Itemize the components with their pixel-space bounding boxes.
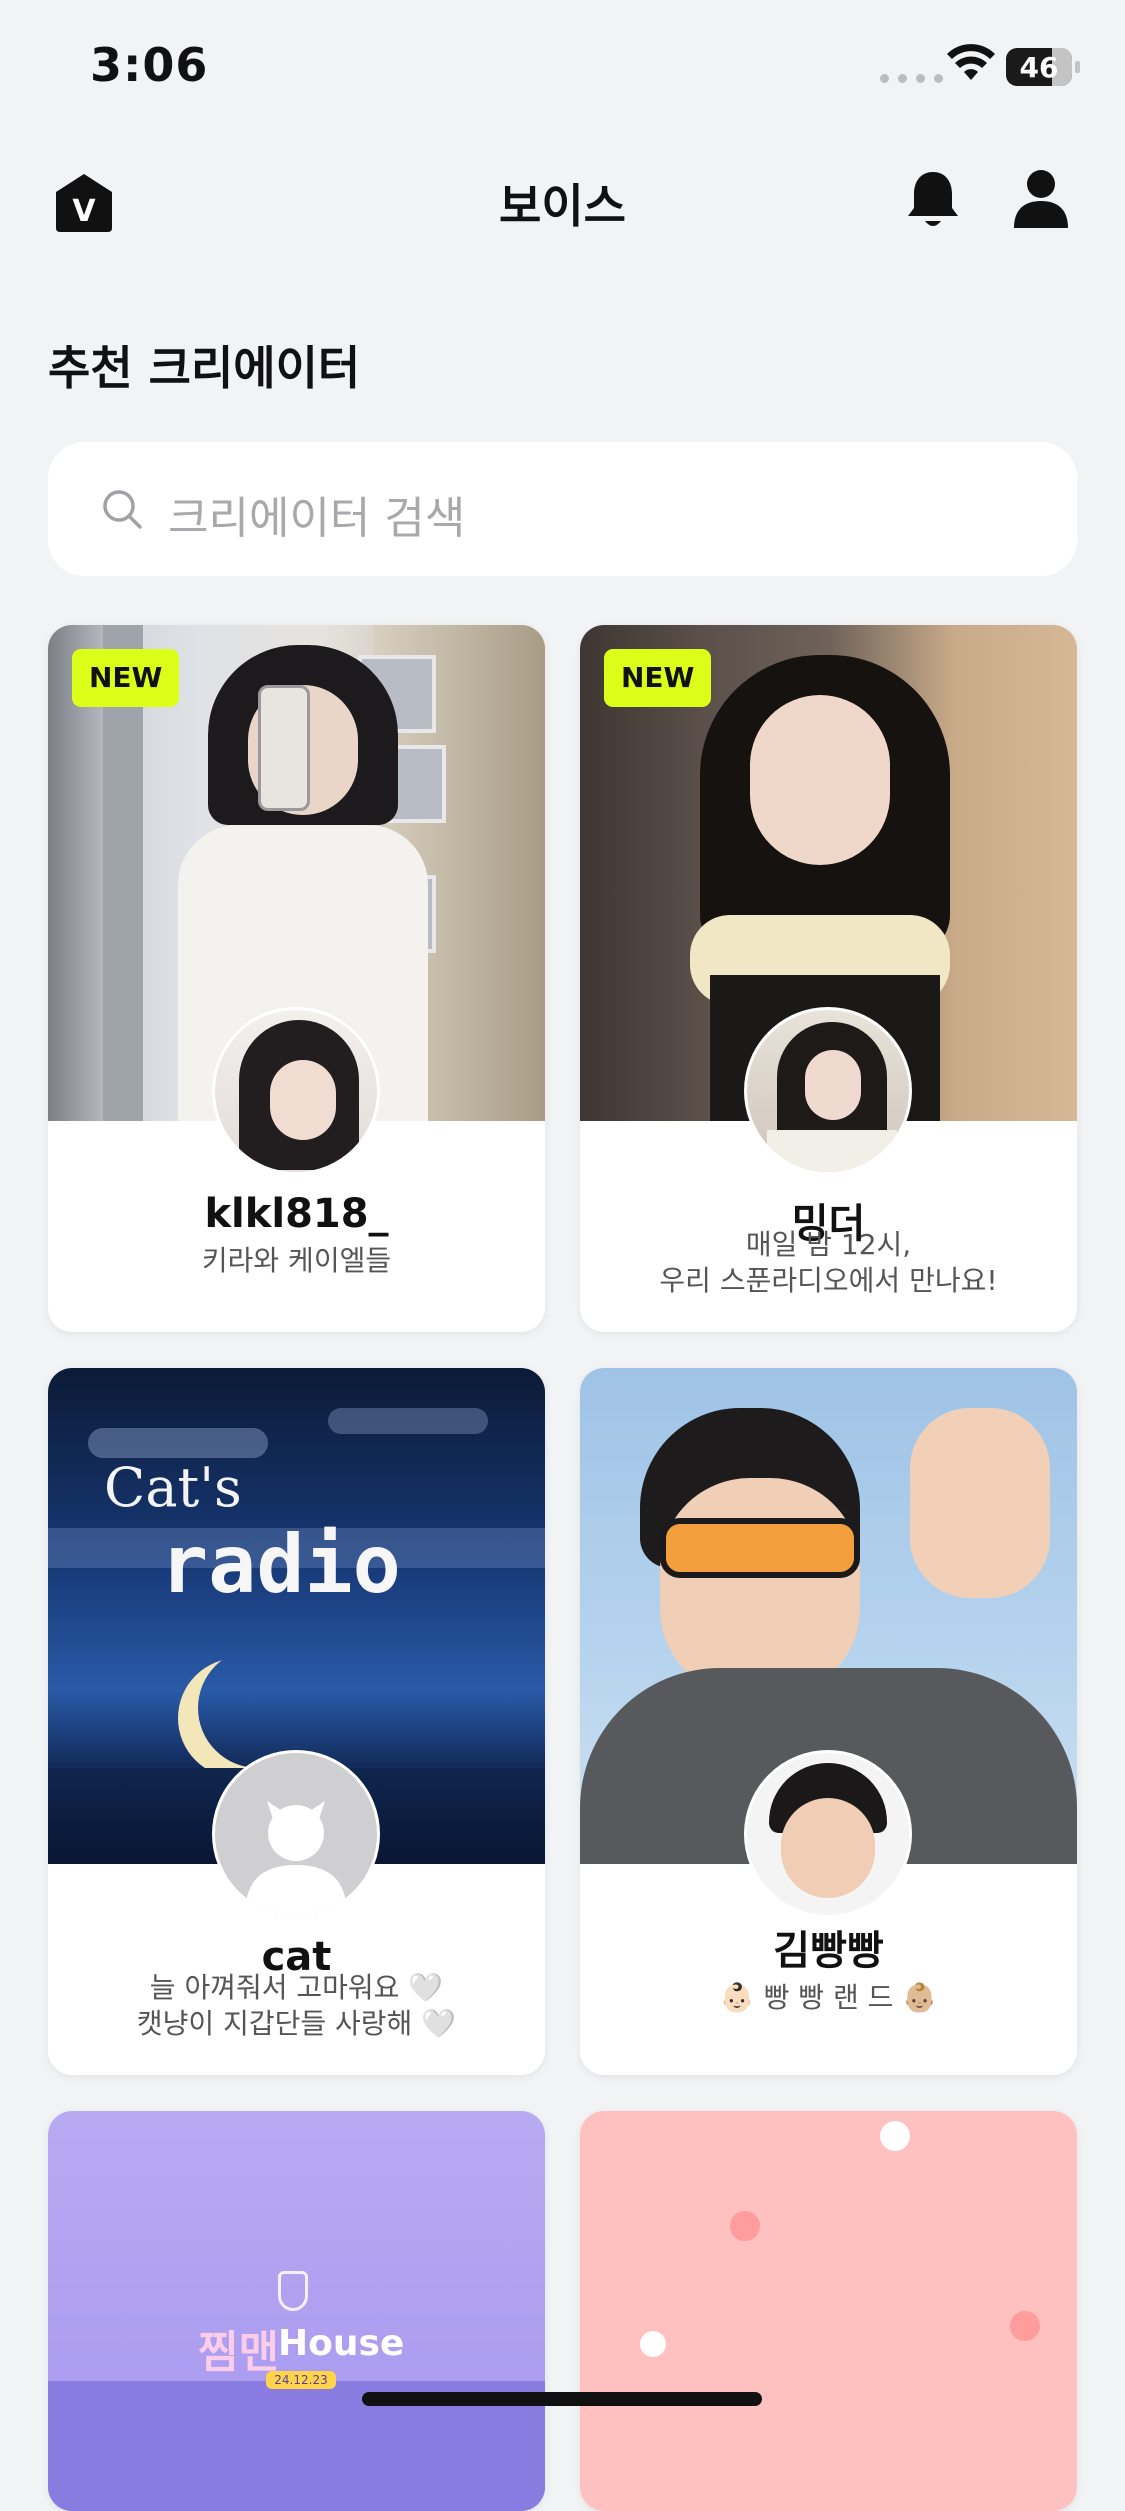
- cover-text: 찜맨: [198, 2327, 279, 2378]
- status-bar: 3:06 46: [0, 0, 1125, 130]
- creator-desc-line2: 우리 스푼라디오에서 만나요!: [659, 1264, 998, 1297]
- creator-card[interactable]: Cat's radio cat 늘 아껴줘서 고마워요 🤍 캣냥이 지갑단들 사…: [48, 1368, 545, 2075]
- new-badge: NEW: [604, 649, 712, 707]
- creator-desc-line1: 늘 아껴줘서 고마워요 🤍: [149, 1971, 444, 2004]
- new-badge: NEW: [72, 649, 180, 707]
- battery-tip: [1075, 61, 1080, 73]
- creator-card[interactable]: 찜맨 House 24.12.23: [48, 2111, 545, 2511]
- avatar: [212, 1750, 380, 1918]
- creator-name: klkl818_: [204, 1191, 389, 1237]
- status-time: 3:06: [90, 38, 209, 92]
- creator-desc-line1: 매일 밤 12시,: [745, 1228, 912, 1261]
- cover-text: Cat's: [104, 1456, 242, 1519]
- avatar: [212, 1007, 380, 1175]
- profile-icon[interactable]: [1012, 168, 1070, 230]
- creator-desc-line1: 키라와 케이엘들: [201, 1244, 392, 1277]
- default-avatar-cat-icon: [245, 1801, 347, 1915]
- section-title: 추천 크리에이터: [48, 341, 361, 395]
- battery-level: 46: [1019, 51, 1059, 84]
- search-placeholder: 크리에이터 검색: [168, 493, 466, 544]
- signal-icon: [880, 74, 943, 83]
- creator-cover-image: [580, 2111, 1077, 2511]
- creator-card[interactable]: NEW 밍더 매일 밤 12시, 우리 스푼라디오에서 만나요!: [580, 625, 1077, 1332]
- creator-card[interactable]: NEW klkl818_ 키라와 케이엘들: [48, 625, 545, 1332]
- creator-desc-line2: 캣냥이 지갑단들 사랑해 🤍: [136, 2007, 457, 2040]
- home-indicator[interactable]: [362, 2392, 762, 2406]
- top-nav: V 보이스: [0, 150, 1125, 250]
- search-input[interactable]: 크리에이터 검색: [48, 442, 1077, 576]
- creator-card[interactable]: [580, 2111, 1077, 2511]
- creator-name: 김빵빵: [773, 1928, 884, 1974]
- creator-cover-image: 찜맨 House 24.12.23: [48, 2111, 545, 2511]
- cover-text: radio: [160, 1518, 401, 1611]
- cover-text: House: [278, 2323, 405, 2364]
- bell-icon[interactable]: [905, 168, 961, 232]
- avatar: [744, 1750, 912, 1918]
- search-icon: [103, 490, 142, 529]
- battery-icon: 46: [1006, 48, 1072, 86]
- creator-desc-line1: 👶🏻 빵 빵 랜 드 👶🏼: [719, 1981, 938, 2014]
- cover-date: 24.12.23: [266, 2371, 336, 2389]
- avatar: [744, 1007, 912, 1175]
- creator-card[interactable]: 김빵빵 👶🏻 빵 빵 랜 드 👶🏼: [580, 1368, 1077, 2075]
- wifi-icon: [947, 44, 995, 80]
